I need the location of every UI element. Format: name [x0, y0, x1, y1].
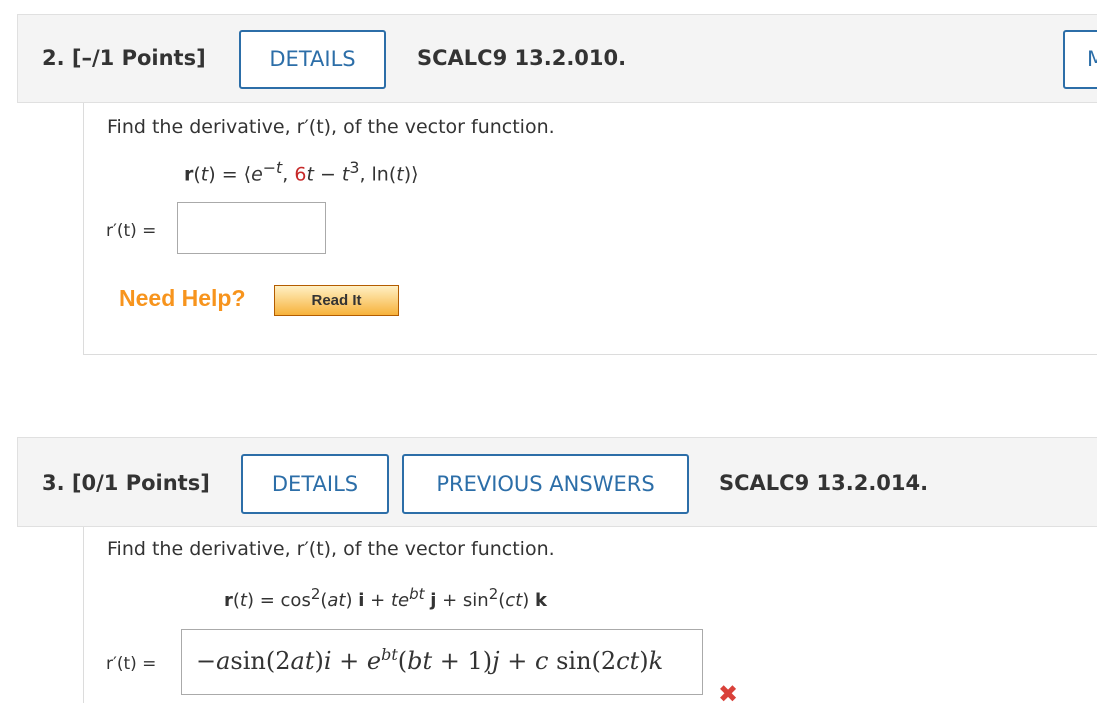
question-3-prompt: Find the derivative, r′(t), of the vecto…: [107, 538, 555, 560]
previous-answers-button[interactable]: PREVIOUS ANSWERS: [402, 454, 689, 514]
details-button[interactable]: DETAILS: [239, 30, 386, 89]
question-2-code: SCALC9 13.2.010.: [417, 46, 627, 70]
my-notes-button[interactable]: M: [1063, 30, 1097, 89]
question-3-header: 3. [0/1 Points] DETAILS PREVIOUS ANSWERS…: [17, 437, 1097, 527]
question-3-answer-label: r′(t) =: [106, 654, 157, 674]
read-it-button[interactable]: Read It: [274, 285, 399, 316]
question-2-answer-input[interactable]: [177, 202, 326, 254]
question-2-header: 2. [–/1 Points] DETAILS SCALC9 13.2.010.…: [17, 14, 1097, 103]
question-2-answer-label: r′(t) =: [106, 221, 157, 241]
my-notes-label: M: [1087, 47, 1097, 71]
question-3-code: SCALC9 13.2.014.: [719, 471, 929, 495]
question-3-points: 3. [0/1 Points]: [42, 471, 210, 495]
question-3-answer-input[interactable]: −asin(2at)i + ebt(bt + 1)j + c sin(2ct)k: [181, 629, 703, 695]
details-button[interactable]: DETAILS: [241, 454, 389, 514]
question-3-answer-value: −asin(2at)i + ebt(bt + 1)j + c sin(2ct)k: [196, 645, 664, 675]
incorrect-x-icon: ✖: [718, 680, 739, 708]
question-2-panel: Find the derivative, r′(t), of the vecto…: [83, 103, 1097, 355]
question-2-function: r(t) = ⟨e−t, 6t − t3, ln(t)⟩: [184, 158, 419, 186]
question-2-prompt: Find the derivative, r′(t), of the vecto…: [107, 116, 555, 138]
question-2-points: 2. [–/1 Points]: [42, 46, 206, 70]
need-help-label: Need Help?: [119, 285, 246, 311]
question-3-panel: Find the derivative, r′(t), of the vecto…: [83, 527, 1097, 708]
question-3-function: r(t) = cos2(at) i + tebt j + sin2(ct) k: [224, 585, 547, 611]
